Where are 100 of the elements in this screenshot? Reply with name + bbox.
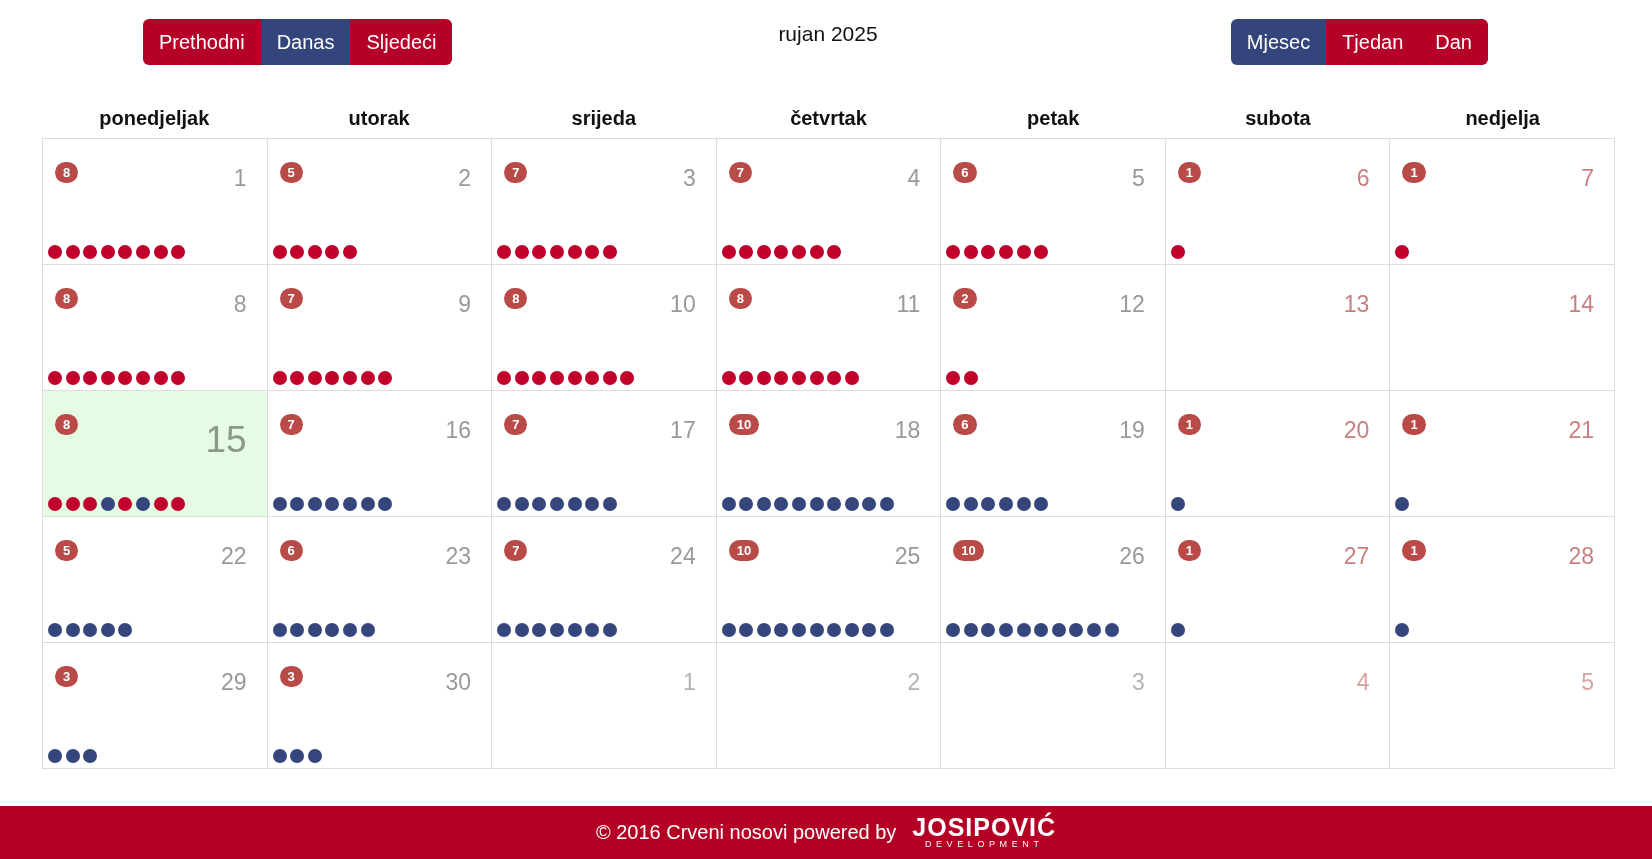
event-dot-icon[interactable]: [549, 497, 564, 511]
event-dot-icon[interactable]: [827, 623, 842, 637]
event-dot-icon[interactable]: [514, 623, 529, 637]
event-dot-icon[interactable]: [83, 623, 98, 637]
event-dot-icon[interactable]: [48, 749, 62, 763]
event-dot-icon[interactable]: [118, 371, 133, 385]
event-dot-icon[interactable]: [1069, 623, 1084, 637]
event-dot-icon[interactable]: [325, 623, 340, 637]
event-dot-icon[interactable]: [549, 371, 564, 385]
event-dot-icon[interactable]: [844, 497, 859, 511]
event-dot-icon[interactable]: [65, 371, 80, 385]
event-dot-icon[interactable]: [739, 371, 754, 385]
event-dot-icon[interactable]: [1087, 623, 1102, 637]
event-dot-icon[interactable]: [83, 245, 98, 259]
event-dot-icon[interactable]: [602, 371, 617, 385]
event-dot-icon[interactable]: [272, 371, 287, 385]
event-dot-icon[interactable]: [272, 497, 287, 511]
event-dot-icon[interactable]: [1016, 623, 1031, 637]
event-dot-icon[interactable]: [999, 245, 1014, 259]
event-dot-icon[interactable]: [721, 497, 736, 511]
event-dot-icon[interactable]: [567, 623, 582, 637]
event-dot-icon[interactable]: [290, 497, 305, 511]
event-dot-icon[interactable]: [827, 371, 842, 385]
event-dot-icon[interactable]: [171, 245, 186, 259]
event-dot-icon[interactable]: [1170, 623, 1185, 637]
event-dot-icon[interactable]: [532, 371, 547, 385]
event-dot-icon[interactable]: [602, 245, 617, 259]
event-dot-icon[interactable]: [809, 497, 824, 511]
event-dot-icon[interactable]: [756, 623, 771, 637]
event-dot-icon[interactable]: [1395, 245, 1410, 259]
event-dot-icon[interactable]: [307, 623, 322, 637]
event-dot-icon[interactable]: [307, 497, 322, 511]
event-dot-icon[interactable]: [100, 371, 115, 385]
event-dot-icon[interactable]: [567, 497, 582, 511]
event-dot-icon[interactable]: [48, 371, 62, 385]
event-dot-icon[interactable]: [721, 623, 736, 637]
event-dot-icon[interactable]: [342, 623, 357, 637]
event-dot-icon[interactable]: [83, 371, 98, 385]
event-dot-icon[interactable]: [1016, 497, 1031, 511]
event-dot-icon[interactable]: [981, 245, 996, 259]
event-dot-icon[interactable]: [100, 623, 115, 637]
event-dot-icon[interactable]: [532, 497, 547, 511]
event-dot-icon[interactable]: [809, 371, 824, 385]
event-dot-icon[interactable]: [602, 497, 617, 511]
event-dot-icon[interactable]: [360, 623, 375, 637]
nav-button[interactable]: Prethodni: [143, 19, 261, 65]
event-dot-icon[interactable]: [153, 497, 168, 511]
event-dot-icon[interactable]: [497, 623, 512, 637]
event-dot-icon[interactable]: [497, 497, 512, 511]
event-dot-icon[interactable]: [999, 623, 1014, 637]
event-dot-icon[interactable]: [171, 371, 186, 385]
event-dot-icon[interactable]: [307, 749, 322, 763]
event-dot-icon[interactable]: [774, 245, 789, 259]
event-dot-icon[interactable]: [342, 371, 357, 385]
event-dot-icon[interactable]: [378, 497, 393, 511]
event-dot-icon[interactable]: [153, 245, 168, 259]
event-dot-icon[interactable]: [497, 371, 512, 385]
event-dot-icon[interactable]: [620, 371, 635, 385]
event-dot-icon[interactable]: [290, 245, 305, 259]
event-dot-icon[interactable]: [1051, 623, 1066, 637]
event-dot-icon[interactable]: [963, 371, 978, 385]
event-dot-icon[interactable]: [827, 245, 842, 259]
event-dot-icon[interactable]: [809, 623, 824, 637]
nav-button[interactable]: Danas: [260, 19, 351, 65]
view-button[interactable]: Dan: [1419, 19, 1488, 65]
event-dot-icon[interactable]: [272, 245, 287, 259]
event-dot-icon[interactable]: [290, 749, 305, 763]
event-dot-icon[interactable]: [272, 623, 287, 637]
event-dot-icon[interactable]: [342, 245, 357, 259]
event-dot-icon[interactable]: [739, 245, 754, 259]
event-dot-icon[interactable]: [1034, 497, 1049, 511]
view-button[interactable]: Mjesec: [1230, 19, 1327, 65]
event-dot-icon[interactable]: [65, 749, 80, 763]
event-dot-icon[interactable]: [792, 497, 807, 511]
event-dot-icon[interactable]: [307, 245, 322, 259]
event-dot-icon[interactable]: [963, 497, 978, 511]
event-dot-icon[interactable]: [756, 497, 771, 511]
event-dot-icon[interactable]: [721, 245, 736, 259]
event-dot-icon[interactable]: [514, 497, 529, 511]
event-dot-icon[interactable]: [135, 371, 150, 385]
event-dot-icon[interactable]: [153, 371, 168, 385]
event-dot-icon[interactable]: [549, 623, 564, 637]
event-dot-icon[interactable]: [135, 497, 150, 511]
event-dot-icon[interactable]: [360, 497, 375, 511]
event-dot-icon[interactable]: [567, 245, 582, 259]
event-dot-icon[interactable]: [999, 497, 1014, 511]
event-dot-icon[interactable]: [325, 497, 340, 511]
event-dot-icon[interactable]: [1170, 245, 1185, 259]
event-dot-icon[interactable]: [48, 245, 62, 259]
event-dot-icon[interactable]: [585, 245, 600, 259]
event-dot-icon[interactable]: [946, 245, 961, 259]
event-dot-icon[interactable]: [1034, 623, 1049, 637]
event-dot-icon[interactable]: [514, 371, 529, 385]
event-dot-icon[interactable]: [585, 623, 600, 637]
event-dot-icon[interactable]: [1395, 497, 1410, 511]
event-dot-icon[interactable]: [585, 371, 600, 385]
event-dot-icon[interactable]: [1104, 623, 1119, 637]
event-dot-icon[interactable]: [739, 497, 754, 511]
event-dot-icon[interactable]: [118, 245, 133, 259]
event-dot-icon[interactable]: [774, 371, 789, 385]
